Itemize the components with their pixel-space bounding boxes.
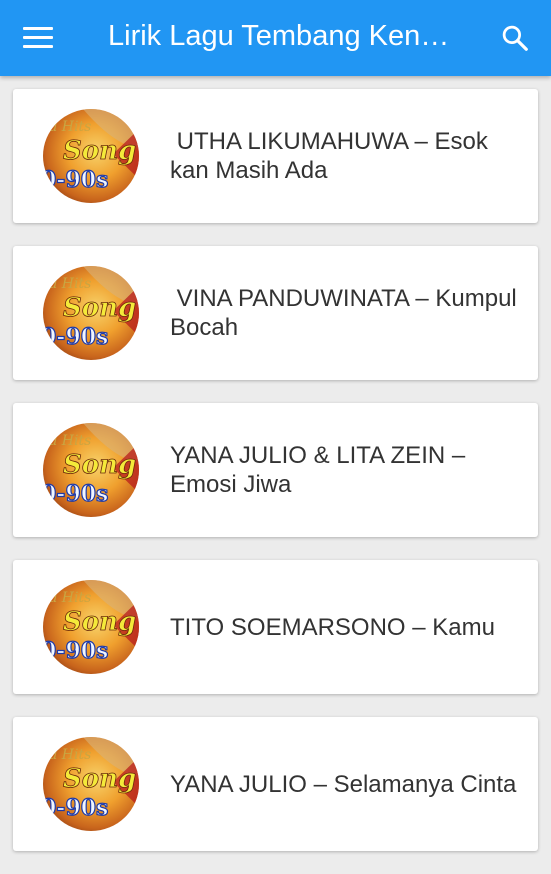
search-icon [502, 25, 528, 51]
song-title: YANA JULIO – Selamanya Cinta [170, 770, 517, 798]
app-title: Lirik Lagu Tembang Kenangan [108, 20, 458, 52]
song-title: UTHA LIKUMAHUWA – Esok kan Masih Ada [170, 128, 495, 184]
song-thumbnail: a Hits Song 0-90s [43, 423, 139, 517]
song-list-item[interactable]: a Hits Song 0-90s YANA JULIO & LITA ZEIN… [13, 403, 538, 537]
svg-text:a Hits: a Hits [49, 590, 91, 606]
svg-text:Song: Song [63, 293, 136, 323]
svg-text:0-90s: 0-90s [43, 324, 108, 350]
svg-text:0-90s: 0-90s [43, 481, 108, 507]
song-list-item[interactable]: a Hits Song 0-90s VINA PANDUWINATA – Kum… [13, 246, 538, 380]
svg-text:a Hits: a Hits [49, 747, 91, 763]
svg-text:Song: Song [63, 607, 136, 637]
search-button[interactable] [491, 14, 539, 62]
app-bar: Lirik Lagu Tembang Kenangan [0, 0, 551, 76]
svg-text:0-90s: 0-90s [43, 795, 108, 821]
menu-button[interactable] [14, 14, 62, 62]
song-thumbnail: a Hits Song 0-90s [43, 737, 139, 831]
song-thumbnail: a Hits Song 0-90s [43, 109, 139, 203]
song-list: a Hits Song 0-90s UTHA LIKUMAHUWA – Esok… [13, 89, 538, 874]
svg-text:a Hits: a Hits [49, 119, 91, 135]
svg-text:a Hits: a Hits [49, 433, 91, 449]
svg-text:Song: Song [63, 450, 136, 480]
svg-text:a Hits: a Hits [49, 276, 91, 292]
svg-text:0-90s: 0-90s [43, 638, 108, 664]
song-title: TITO SOEMARSONO – Kamu [170, 613, 495, 641]
svg-text:Song: Song [63, 136, 136, 166]
svg-text:0-90s: 0-90s [43, 167, 108, 193]
song-thumbnail: a Hits Song 0-90s [43, 266, 139, 360]
song-list-item[interactable]: a Hits Song 0-90s TITO SOEMARSONO – Kamu [13, 560, 538, 694]
song-list-item[interactable]: a Hits Song 0-90s YANA JULIO – Selamanya… [13, 717, 538, 851]
song-title: VINA PANDUWINATA – Kumpul Bocah [170, 285, 524, 341]
song-title: YANA JULIO & LITA ZEIN – Emosi Jiwa [170, 442, 472, 498]
song-thumbnail: a Hits Song 0-90s [43, 580, 139, 674]
song-list-item[interactable]: a Hits Song 0-90s UTHA LIKUMAHUWA – Esok… [13, 89, 538, 223]
svg-text:Song: Song [63, 764, 136, 794]
hamburger-menu-icon [23, 27, 53, 49]
